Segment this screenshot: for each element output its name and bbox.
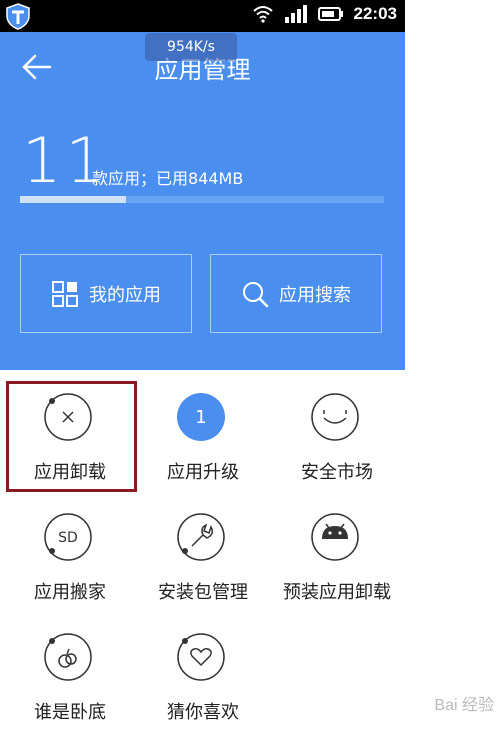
svg-text:SD: SD (58, 530, 78, 546)
grid-icon (52, 280, 78, 307)
header-panel: 应用管理 11 款应用；已用844MB 我的应用 应用搜索 (0, 32, 405, 370)
grid-item-package[interactable]: 安装包管理 (136, 496, 270, 614)
grid-item-guess[interactable]: 猜你喜欢 (136, 616, 270, 734)
search-icon (243, 281, 269, 307)
sd-card-icon: SD (44, 513, 92, 561)
grid-item-label: 安装包管理 (158, 582, 248, 603)
smiley-icon (311, 393, 359, 441)
grid-item-market[interactable]: 安全市场 (270, 376, 404, 494)
usage-text: 款应用；已用844MB (92, 169, 244, 188)
my-apps-label: 我的应用 (89, 284, 161, 306)
status-time: 22:03 (353, 4, 397, 23)
selection-highlight-box (6, 381, 137, 492)
storage-progress-bar (20, 196, 384, 203)
grid-item-label: 谁是卧底 (34, 702, 106, 723)
my-apps-button[interactable]: 我的应用 (20, 254, 192, 333)
android-icon (311, 513, 359, 561)
grid-item-label: 预装应用卸载 (283, 582, 391, 603)
storage-progress-fill (20, 196, 126, 203)
grid-item-label: 应用升级 (167, 462, 239, 483)
net-speed-text: 954K/s (167, 39, 215, 55)
status-bar: 22:03 (0, 0, 405, 32)
watermark: Bai 经验 (434, 697, 494, 714)
wrench-icon (177, 513, 225, 561)
upgrade-badge-icon: 1 (177, 393, 225, 441)
grid-item-label: 猜你喜欢 (167, 702, 239, 723)
grid-item-label: 应用搬家 (34, 582, 106, 603)
upgrade-badge-count: 1 (195, 407, 206, 428)
grid-item-preinstall[interactable]: 预装应用卸载 (270, 496, 404, 614)
wifi-icon (252, 6, 273, 23)
app-search-button[interactable]: 应用搜索 (210, 254, 382, 333)
grid-item-label: 安全市场 (301, 462, 373, 483)
grid-item-who-is[interactable]: 谁是卧底 (3, 616, 137, 734)
shield-app-icon (6, 3, 30, 30)
grid-item-upgrade[interactable]: 1 应用升级 (136, 376, 270, 494)
spy-game-icon (44, 633, 92, 681)
grid-item-move[interactable]: SD 应用搬家 (3, 496, 137, 614)
battery-icon (317, 7, 343, 21)
signal-icon (284, 5, 307, 23)
net-speed-overlay: 954K/s (145, 33, 237, 61)
app-search-label: 应用搜索 (279, 284, 351, 306)
heart-icon (177, 633, 225, 681)
